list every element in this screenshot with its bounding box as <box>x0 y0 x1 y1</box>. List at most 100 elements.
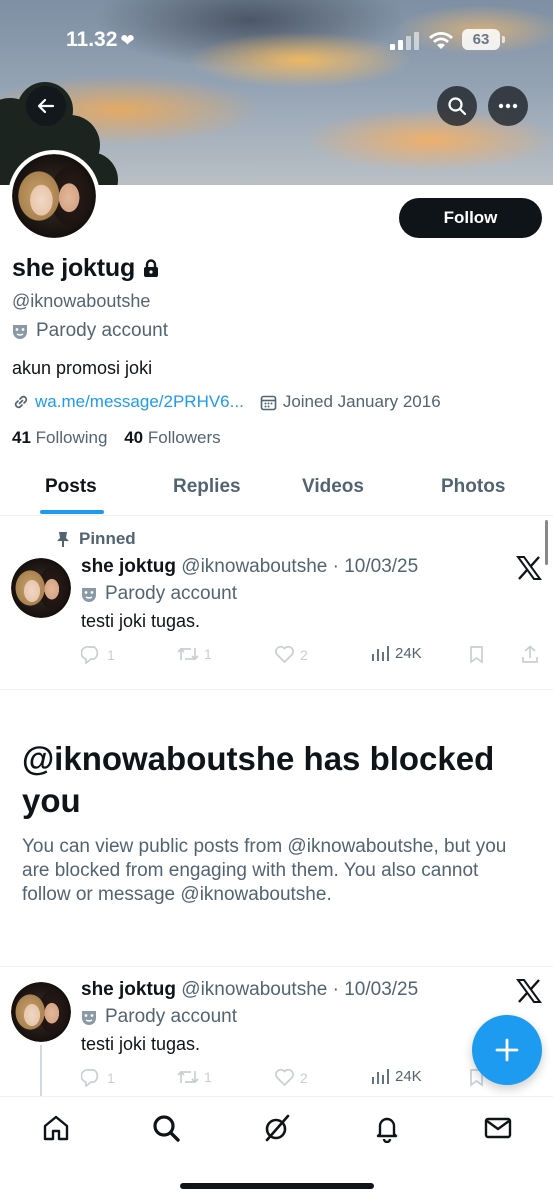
mask-icon <box>13 324 27 339</box>
tab-posts[interactable]: Posts <box>45 476 97 498</box>
following-link[interactable]: 41 Following <box>12 428 107 447</box>
thread-line <box>40 1045 42 1100</box>
share-icon <box>522 645 538 663</box>
like-button[interactable]: 2 <box>274 1068 308 1087</box>
followers-label: Followers <box>147 428 221 447</box>
cellular-signal-icon <box>390 32 419 50</box>
calendar-icon <box>260 395 277 410</box>
repost-icon <box>177 647 199 661</box>
post-avatar[interactable] <box>11 982 71 1042</box>
compose-button[interactable] <box>472 1015 542 1085</box>
post-text: testi joki tugas. <box>81 611 201 631</box>
profile-avatar[interactable] <box>8 150 100 242</box>
battery-indicator: 63 <box>462 29 505 50</box>
view-count: 24K <box>395 1068 422 1085</box>
post-header: she joktug @iknowaboutshe · 10/03/25 <box>81 556 418 578</box>
post-handle-date: @iknowaboutshe · 10/03/25 <box>181 979 419 1000</box>
mask-icon <box>82 587 96 602</box>
x-logo-icon <box>516 979 542 1003</box>
heart-icon: ❤ <box>120 31 135 50</box>
post-parody-text: Parody account <box>105 1006 238 1027</box>
post-parody-label: Parody account <box>81 1006 237 1028</box>
status-time: 11.32 ❤ <box>66 28 135 51</box>
plus-icon <box>495 1038 519 1062</box>
search-button[interactable] <box>437 86 477 126</box>
follow-counts: 41 Following 40 Followers <box>12 428 221 448</box>
profile-bio: akun promosi joki <box>12 358 153 378</box>
post-author-name[interactable]: she joktug <box>81 979 176 1000</box>
reply-count: 1 <box>107 1069 115 1086</box>
repost-count: 1 <box>204 646 212 662</box>
bar-chart-icon <box>372 646 389 661</box>
bottom-navigation <box>0 1096 553 1200</box>
like-count: 2 <box>300 646 308 663</box>
pinned-label: Pinned <box>56 529 136 549</box>
post-actions: 1 1 2 24K <box>81 1068 541 1090</box>
post-header: she joktug @iknowaboutshe · 10/03/25 <box>81 979 418 1001</box>
views-button[interactable]: 24K <box>371 645 422 662</box>
search-icon[interactable] <box>151 1113 181 1143</box>
blocked-text: You can view public posts from @iknowabo… <box>22 836 507 905</box>
like-count: 2 <box>300 1069 308 1086</box>
blocked-title: @iknowaboutshe has blocked you <box>22 740 495 819</box>
tab-replies[interactable]: Replies <box>173 476 241 498</box>
repost-button[interactable]: 1 <box>177 645 212 663</box>
status-bar: 11.32 ❤ 63 <box>0 28 553 56</box>
scrollbar[interactable] <box>545 520 548 565</box>
views-button[interactable]: 24K <box>371 1068 422 1085</box>
search-icon <box>448 97 467 116</box>
follow-button[interactable]: Follow <box>399 198 542 238</box>
post-actions: 1 1 2 24K <box>81 645 541 667</box>
post-avatar[interactable] <box>11 558 71 618</box>
bookmark-button[interactable] <box>469 645 484 664</box>
mask-icon <box>82 1010 96 1025</box>
reply-count: 1 <box>107 646 115 663</box>
divider <box>0 966 553 967</box>
reply-button[interactable]: 1 <box>81 1068 115 1087</box>
wifi-icon <box>429 32 453 49</box>
reply-button[interactable]: 1 <box>81 645 115 664</box>
grok-icon[interactable] <box>262 1113 292 1143</box>
profile-link[interactable]: wa.me/message/2PRHV6... <box>35 392 244 412</box>
tab-photos[interactable]: Photos <box>441 476 505 498</box>
view-count: 24K <box>395 645 422 662</box>
notifications-icon[interactable] <box>372 1113 402 1143</box>
x-logo-icon <box>516 556 542 580</box>
following-count: 41 <box>12 428 31 447</box>
profile-tabs: Posts Replies Videos Photos <box>0 470 553 516</box>
bar-chart-icon <box>372 1069 389 1084</box>
heart-outline-icon <box>275 1068 294 1087</box>
repost-count: 1 <box>204 1069 212 1085</box>
active-tab-indicator <box>40 510 104 514</box>
home-indicator <box>180 1183 374 1189</box>
post-parody-label: Parody account <box>81 583 237 605</box>
tab-videos[interactable]: Videos <box>302 476 364 498</box>
more-button[interactable] <box>488 86 528 126</box>
bookmark-icon <box>470 646 483 664</box>
divider <box>0 689 553 690</box>
repost-icon <box>177 1070 199 1084</box>
following-label: Following <box>35 428 108 447</box>
pinned-label-text: Pinned <box>79 529 136 548</box>
back-button[interactable] <box>26 86 66 126</box>
repost-button[interactable]: 1 <box>177 1068 212 1086</box>
like-button[interactable]: 2 <box>274 645 308 664</box>
post-handle-date: @iknowaboutshe · 10/03/25 <box>181 556 419 577</box>
followers-count: 40 <box>124 428 144 447</box>
post-author-name[interactable]: she joktug <box>81 556 176 577</box>
arrow-left-icon <box>37 98 55 114</box>
home-icon[interactable] <box>41 1113 71 1143</box>
post-text: testi joki tugas. <box>81 1034 201 1054</box>
profile-meta: wa.me/message/2PRHV6... Joined January 2… <box>12 392 441 412</box>
joined-date: Joined January 2016 <box>282 392 441 411</box>
heart-outline-icon <box>275 645 294 664</box>
link-icon <box>14 395 28 409</box>
reply-icon <box>81 1068 99 1087</box>
profile-handle: @iknowaboutshe <box>12 291 151 311</box>
followers-link[interactable]: 40 Followers <box>124 428 220 447</box>
parody-label-text: Parody account <box>36 320 169 341</box>
reply-icon <box>81 645 99 664</box>
parody-label: Parody account <box>12 320 168 342</box>
share-button[interactable] <box>521 645 539 664</box>
messages-icon[interactable] <box>483 1113 513 1143</box>
